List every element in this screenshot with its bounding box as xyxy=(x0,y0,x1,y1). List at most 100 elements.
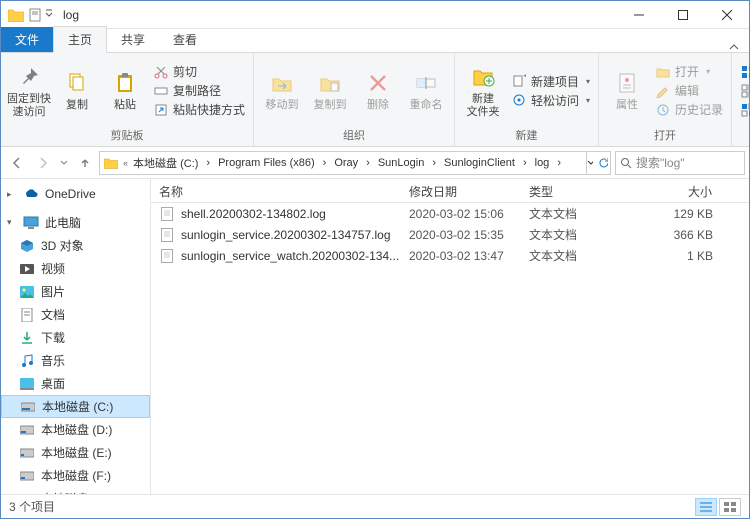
collapse-ribbon-button[interactable] xyxy=(719,42,749,52)
up-button[interactable] xyxy=(73,151,97,175)
group-open-label: 打开 xyxy=(603,126,727,144)
file-row[interactable]: shell.20200302-134802.log2020-03-02 15:0… xyxy=(151,203,749,224)
minimize-button[interactable] xyxy=(617,1,661,29)
group-organize-label: 组织 xyxy=(258,126,450,144)
navigation-pane[interactable]: ▸OneDrive ▾此电脑 3D 对象 视频 图片 文档 下载 音乐 桌面 本… xyxy=(1,179,151,494)
recent-button[interactable] xyxy=(57,151,71,175)
nav-videos[interactable]: 视频 xyxy=(1,257,150,280)
breadcrumb-segment[interactable]: 本地磁盘 (C:)› xyxy=(129,155,214,171)
drive-icon xyxy=(19,445,35,461)
invert-selection-button[interactable]: 反向选择 xyxy=(740,101,750,118)
pin-to-quick-access-button[interactable]: 固定到快 速访问 xyxy=(5,55,53,126)
search-input[interactable]: 搜索"log" xyxy=(615,151,745,175)
chevron-left-icon[interactable]: « xyxy=(122,158,129,168)
nav-downloads[interactable]: 下载 xyxy=(1,326,150,349)
rename-button[interactable]: 重命名 xyxy=(402,55,450,126)
nav-3d-objects[interactable]: 3D 对象 xyxy=(1,234,150,257)
title-bar: log xyxy=(1,1,749,29)
breadcrumb-segment[interactable]: SunloginClient› xyxy=(440,155,531,171)
refresh-button[interactable] xyxy=(586,152,608,174)
file-type: 文本文档 xyxy=(521,247,621,264)
document-icon xyxy=(19,307,35,323)
back-button[interactable] xyxy=(5,151,29,175)
cut-button[interactable]: 剪切 xyxy=(153,63,245,80)
tab-share[interactable]: 共享 xyxy=(107,27,159,52)
properties-icon xyxy=(613,69,641,97)
file-name: shell.20200302-134802.log xyxy=(181,207,401,221)
breadcrumb[interactable]: « 本地磁盘 (C:)›Program Files (x86)›Oray›Sun… xyxy=(99,151,611,175)
tab-view[interactable]: 查看 xyxy=(159,27,211,52)
view-details-button[interactable] xyxy=(695,498,717,516)
nav-drive-e[interactable]: 本地磁盘 (E:) xyxy=(1,441,150,464)
col-name[interactable]: 名称 xyxy=(151,179,401,202)
path-icon xyxy=(153,83,169,99)
group-new-label: 新建 xyxy=(459,126,594,144)
breadcrumb-segment[interactable]: Oray› xyxy=(330,155,374,171)
picture-icon xyxy=(19,284,35,300)
nav-onedrive[interactable]: ▸OneDrive xyxy=(1,183,150,205)
file-type: 文本文档 xyxy=(521,226,621,243)
nav-this-pc[interactable]: ▾此电脑 xyxy=(1,211,150,234)
file-row[interactable]: sunlogin_service_watch.20200302-134...20… xyxy=(151,245,749,266)
delete-button[interactable]: 删除 xyxy=(354,55,402,126)
group-clipboard-label: 剪贴板 xyxy=(5,126,249,144)
svg-text:✦: ✦ xyxy=(522,74,526,83)
tab-home[interactable]: 主页 xyxy=(53,26,107,53)
file-icon xyxy=(159,248,175,264)
easy-access-button[interactable]: 轻松访问▾ xyxy=(511,92,590,109)
edit-button[interactable]: 编辑 xyxy=(655,82,723,99)
view-large-button[interactable] xyxy=(719,498,741,516)
edit-icon xyxy=(655,83,671,99)
open-icon xyxy=(655,64,671,80)
close-button[interactable] xyxy=(705,1,749,29)
copy-path-button[interactable]: 复制路径 xyxy=(153,82,245,99)
nav-drive-f[interactable]: 本地磁盘 (F:) xyxy=(1,464,150,487)
select-none-button[interactable]: 全部取消 xyxy=(740,82,750,99)
search-icon xyxy=(620,157,632,169)
paste-button[interactable]: 粘贴 xyxy=(101,55,149,126)
copy-button[interactable]: 复制 xyxy=(53,55,101,126)
breadcrumb-segment[interactable]: Program Files (x86)› xyxy=(214,155,330,171)
nav-desktop[interactable]: 桌面 xyxy=(1,372,150,395)
qat-dropdown-icon[interactable] xyxy=(45,8,53,22)
file-list[interactable]: shell.20200302-134802.log2020-03-02 15:0… xyxy=(151,203,749,494)
properties-button[interactable]: 属性 xyxy=(603,55,651,126)
forward-button[interactable] xyxy=(31,151,55,175)
nav-drive-d[interactable]: 本地磁盘 (D:) xyxy=(1,418,150,441)
qat-properties-icon[interactable] xyxy=(29,8,43,22)
delete-icon xyxy=(364,69,392,97)
nav-drive-g[interactable]: 本地磁盘 (H:) xyxy=(1,487,150,494)
breadcrumb-segment[interactable]: log› xyxy=(531,155,565,171)
drive-icon xyxy=(20,399,36,415)
file-date: 2020-03-02 15:35 xyxy=(401,228,521,242)
nav-pictures[interactable]: 图片 xyxy=(1,280,150,303)
col-date[interactable]: 修改日期 xyxy=(401,179,521,202)
copy-to-button[interactable]: 复制到 xyxy=(306,55,354,126)
breadcrumb-segment[interactable]: SunLogin› xyxy=(374,155,440,171)
paste-shortcut-button[interactable]: 粘贴快捷方式 xyxy=(153,101,245,118)
video-icon xyxy=(19,261,35,277)
select-all-button[interactable]: 全部选择 xyxy=(740,63,750,80)
ribbon-tabs: 文件 主页 共享 查看 xyxy=(1,29,749,53)
tab-file[interactable]: 文件 xyxy=(1,27,53,52)
new-item-button[interactable]: ✦新建项目▾ xyxy=(511,73,590,90)
chevron-right-icon: ▸ xyxy=(7,189,17,200)
group-select-label: 选择 xyxy=(736,126,750,144)
maximize-button[interactable] xyxy=(661,1,705,29)
col-size[interactable]: 大小 xyxy=(621,179,721,202)
download-icon xyxy=(19,330,35,346)
file-row[interactable]: sunlogin_service.20200302-134757.log2020… xyxy=(151,224,749,245)
file-size: 129 KB xyxy=(621,207,721,221)
nav-drive-c[interactable]: 本地磁盘 (C:) xyxy=(1,395,150,418)
history-button[interactable]: 历史记录 xyxy=(655,101,723,118)
copyto-icon xyxy=(316,69,344,97)
paste-icon xyxy=(111,69,139,97)
nav-documents[interactable]: 文档 xyxy=(1,303,150,326)
nav-music[interactable]: 音乐 xyxy=(1,349,150,372)
folder-icon xyxy=(102,154,120,172)
col-type[interactable]: 类型 xyxy=(521,179,621,202)
open-button[interactable]: 打开▾ xyxy=(655,63,723,80)
new-folder-button[interactable]: 新建 文件夹 xyxy=(459,55,507,126)
item-count: 3 个项目 xyxy=(9,498,55,515)
move-to-button[interactable]: 移动到 xyxy=(258,55,306,126)
